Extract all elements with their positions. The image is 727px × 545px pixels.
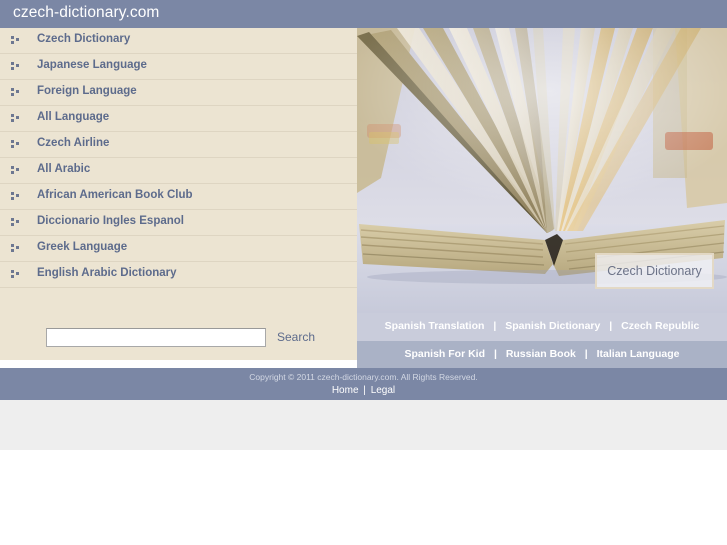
page-root: czech-dictionary.com Czech Dictionary Ja… xyxy=(0,0,727,545)
link-separator: | xyxy=(493,348,497,360)
three-squares-bullet-icon xyxy=(11,114,21,124)
below-footer-gray-band xyxy=(0,400,727,450)
link-separator: | xyxy=(493,320,497,332)
three-squares-bullet-icon xyxy=(11,62,21,72)
related-links-row-1: Spanish Translation | Spanish Dictionary… xyxy=(357,313,727,341)
sidebar-item-label: Japanese Language xyxy=(37,59,147,71)
site-footer: Copyright © 2011 czech-dictionary.com. A… xyxy=(0,368,727,400)
sidebar-item-czech-dictionary[interactable]: Czech Dictionary xyxy=(0,28,357,54)
sidebar-item-label: All Language xyxy=(37,111,110,123)
sidebar-panel: Czech Dictionary Japanese Language Forei… xyxy=(0,28,357,360)
related-link-spanish-for-kid[interactable]: Spanish For Kid xyxy=(405,348,486,360)
sidebar-item-diccionario-ingles-espanol[interactable]: Diccionario Ingles Espanol xyxy=(0,210,357,236)
related-links-row-1-inner: Spanish Translation | Spanish Dictionary… xyxy=(357,320,727,332)
related-link-czech-republic[interactable]: Czech Republic xyxy=(621,320,699,332)
three-squares-bullet-icon xyxy=(11,218,21,228)
sidebar-item-label: English Arabic Dictionary xyxy=(37,267,177,279)
footer-link-home[interactable]: Home xyxy=(332,385,359,396)
related-links-row-2-inner: Spanish For Kid | Russian Book | Italian… xyxy=(357,348,727,360)
three-squares-bullet-icon xyxy=(11,270,21,280)
three-squares-bullet-icon xyxy=(11,192,21,202)
sidebar-item-foreign-language[interactable]: Foreign Language xyxy=(0,80,357,106)
hero-badge: Czech Dictionary xyxy=(595,253,714,289)
sidebar-item-label: African American Book Club xyxy=(37,189,193,201)
sidebar-nav-list: Czech Dictionary Japanese Language Forei… xyxy=(0,28,357,288)
sidebar-item-label: Foreign Language xyxy=(37,85,137,97)
hero-badge-label: Czech Dictionary xyxy=(607,264,702,278)
sidebar-item-label: Czech Airline xyxy=(37,137,110,149)
footer-links: Home | Legal xyxy=(0,385,727,396)
link-separator: | xyxy=(609,320,613,332)
link-separator: | xyxy=(363,385,366,396)
copyright-text: Copyright © 2011 czech-dictionary.com. A… xyxy=(249,372,478,382)
link-separator: | xyxy=(584,348,588,360)
site-title: czech-dictionary.com xyxy=(13,4,160,21)
search-input[interactable] xyxy=(46,328,266,347)
search-button[interactable]: Search xyxy=(277,330,315,344)
related-link-russian-book[interactable]: Russian Book xyxy=(506,348,576,360)
footer-link-legal[interactable]: Legal xyxy=(371,385,395,396)
related-link-spanish-translation[interactable]: Spanish Translation xyxy=(385,320,485,332)
sidebar-item-label: Czech Dictionary xyxy=(37,33,131,45)
sidebar-item-all-arabic[interactable]: All Arabic xyxy=(0,158,357,184)
sidebar-item-all-language[interactable]: All Language xyxy=(0,106,357,132)
site-header: czech-dictionary.com xyxy=(0,0,727,28)
sidebar-item-japanese-language[interactable]: Japanese Language xyxy=(0,54,357,80)
sidebar-item-african-american-book-club[interactable]: African American Book Club xyxy=(0,184,357,210)
three-squares-bullet-icon xyxy=(11,166,21,176)
related-links-row-2: Spanish For Kid | Russian Book | Italian… xyxy=(357,341,727,369)
three-squares-bullet-icon xyxy=(11,88,21,98)
sidebar-item-czech-airline[interactable]: Czech Airline xyxy=(0,132,357,158)
three-squares-bullet-icon xyxy=(11,36,21,46)
search-row: Search xyxy=(0,315,357,360)
sidebar-item-label: All Arabic xyxy=(37,163,91,175)
sidebar-item-label: Greek Language xyxy=(37,241,128,253)
hero-panel: Czech Dictionary Spanish Translation | S… xyxy=(357,28,727,369)
page-bottom-white-area xyxy=(0,450,727,545)
related-link-italian-language[interactable]: Italian Language xyxy=(597,348,680,360)
three-squares-bullet-icon xyxy=(11,244,21,254)
sidebar-item-greek-language[interactable]: Greek Language xyxy=(0,236,357,262)
sidebar-item-label: Diccionario Ingles Espanol xyxy=(37,215,184,227)
three-squares-bullet-icon xyxy=(11,140,21,150)
sidebar-item-english-arabic-dictionary[interactable]: English Arabic Dictionary xyxy=(0,262,357,288)
related-link-spanish-dictionary[interactable]: Spanish Dictionary xyxy=(505,320,600,332)
